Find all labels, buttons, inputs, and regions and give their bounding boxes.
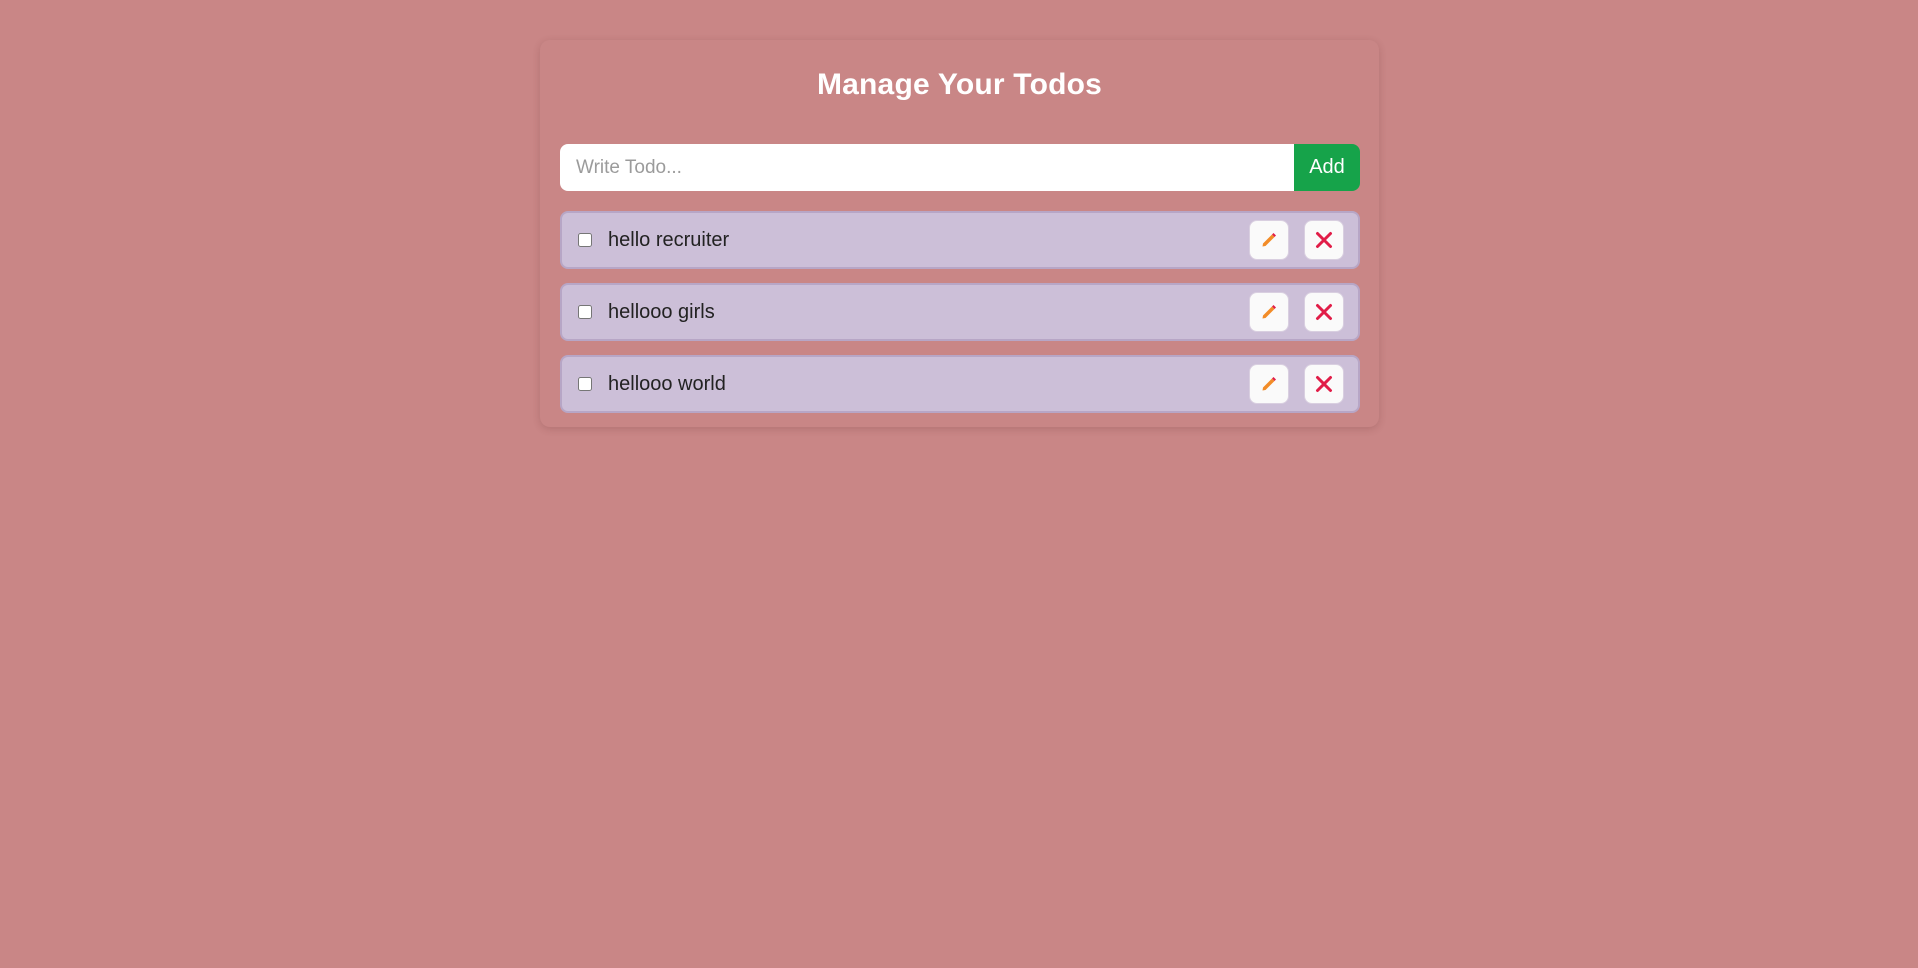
- list-item: hellooo girls: [560, 283, 1360, 341]
- todo-list: hello recruiter hellooo girls hellooo wo…: [560, 211, 1360, 427]
- delete-button[interactable]: [1304, 364, 1344, 404]
- delete-button[interactable]: [1304, 292, 1344, 332]
- todo-input[interactable]: [560, 144, 1294, 191]
- pencil-icon: [1259, 230, 1279, 250]
- edit-button[interactable]: [1249, 292, 1289, 332]
- add-todo-form: Add: [560, 144, 1360, 191]
- edit-button[interactable]: [1249, 364, 1289, 404]
- pencil-icon: [1259, 302, 1279, 322]
- todo-checkbox[interactable]: [578, 233, 592, 247]
- add-button[interactable]: Add: [1294, 144, 1360, 191]
- delete-button[interactable]: [1304, 220, 1344, 260]
- close-icon: [1314, 230, 1334, 250]
- todo-text: hellooo girls: [608, 300, 715, 323]
- close-icon: [1314, 374, 1334, 394]
- todo-checkbox[interactable]: [578, 377, 592, 391]
- page-title: Manage Your Todos: [816, 68, 1103, 101]
- pencil-icon: [1259, 374, 1279, 394]
- todo-text: hello recruiter: [608, 228, 730, 251]
- list-item: hello recruiter: [560, 211, 1360, 269]
- close-icon: [1314, 302, 1334, 322]
- edit-button[interactable]: [1249, 220, 1289, 260]
- todo-text: hellooo world: [608, 372, 726, 395]
- list-item: hellooo world: [560, 355, 1360, 413]
- todo-checkbox[interactable]: [578, 305, 592, 319]
- todo-card: Manage Your Todos Add hello recruiter: [540, 40, 1379, 427]
